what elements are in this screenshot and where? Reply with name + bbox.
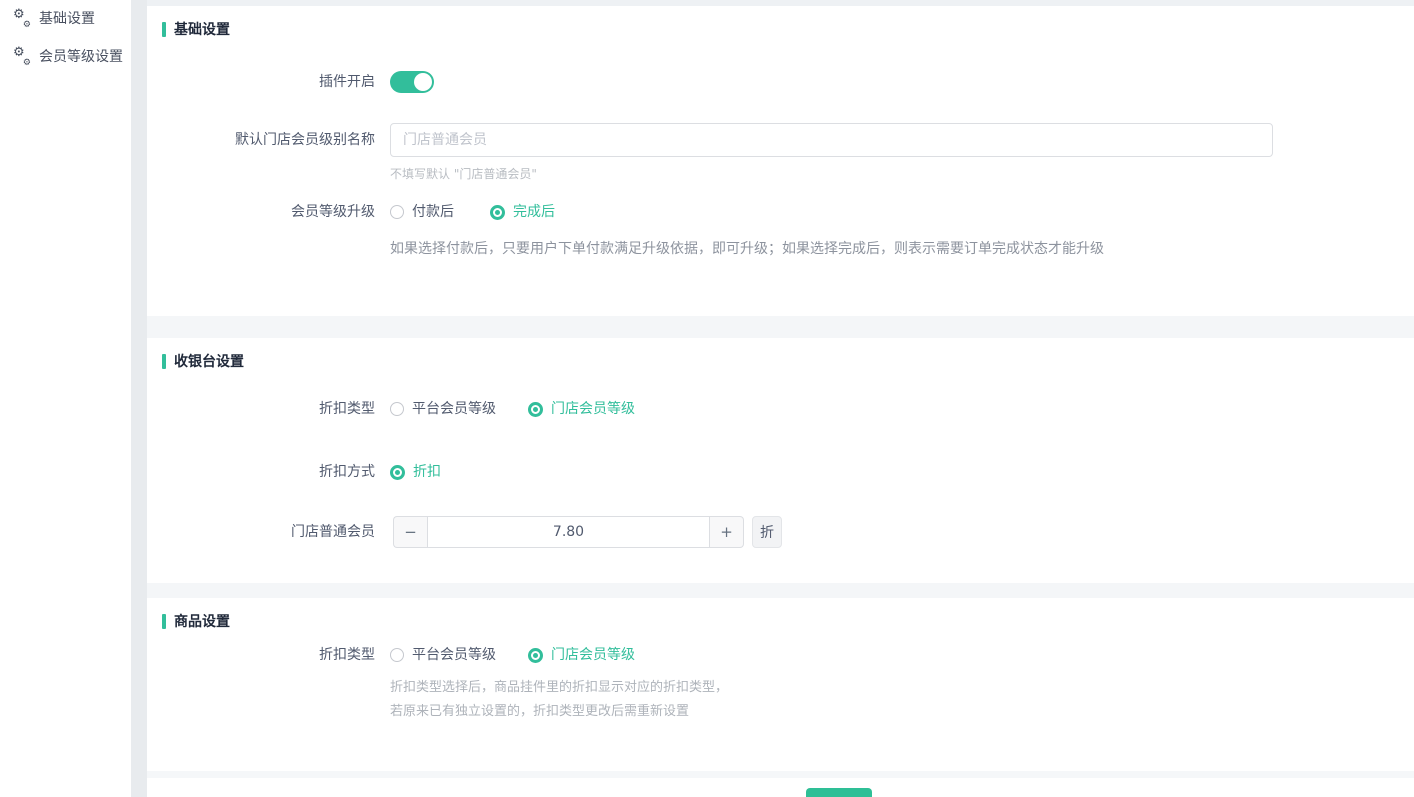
default-level-name-label: 默认门店会员级别名称	[147, 130, 375, 150]
sidebar-divider	[131, 0, 147, 797]
section-title-bar	[162, 614, 166, 629]
default-level-name-help: 不填写默认 "门店普通会员"	[390, 166, 537, 182]
sidebar-item-label: 基础设置	[39, 8, 95, 28]
stepper-increase-button[interactable]: +	[710, 516, 744, 548]
cogs-icon: ⚙⚙	[13, 10, 31, 26]
level-upgrade-label: 会员等级升级	[147, 202, 375, 222]
goods-discount-type-label: 折扣类型	[147, 645, 375, 665]
footer-divider	[147, 771, 1414, 778]
level-upgrade-radio-group: 付款后 完成后	[390, 202, 555, 222]
plugin-enable-label: 插件开启	[147, 72, 375, 92]
radio-circle	[490, 205, 505, 220]
radio-store-member-level[interactable]: 门店会员等级	[528, 399, 635, 419]
default-level-name-input[interactable]	[390, 123, 1273, 157]
discount-mode-radio-group: 折扣	[390, 462, 441, 482]
level-upgrade-help: 如果选择付款后，只要用户下单付款满足升级依据，即可升级；如果选择完成后，则表示需…	[390, 240, 1104, 258]
card-gap	[147, 583, 1414, 598]
radio-circle	[390, 648, 404, 662]
stepper-decrease-button[interactable]: −	[393, 516, 427, 548]
store-member-discount-label: 门店普通会员	[147, 522, 375, 542]
radio-platform-member-level[interactable]: 平台会员等级	[390, 645, 496, 665]
card-gap	[147, 316, 1414, 338]
radio-circle	[528, 402, 543, 417]
section-title-text: 商品设置	[174, 611, 230, 631]
discount-stepper: − + 折	[393, 516, 782, 548]
section-title-text: 收银台设置	[174, 351, 244, 371]
radio-platform-member-level[interactable]: 平台会员等级	[390, 399, 496, 419]
radio-circle	[390, 402, 404, 416]
discount-unit-addon: 折	[752, 516, 782, 548]
radio-circle	[390, 465, 405, 480]
goods-settings-card: 商品设置 折扣类型 平台会员等级 门店会员等级 折扣类型选择后，商品挂件里的折扣…	[147, 598, 1414, 771]
cogs-icon: ⚙⚙	[13, 48, 31, 64]
goods-discount-help-line1: 折扣类型选择后，商品挂件里的折扣显示对应的折扣类型，	[390, 679, 728, 696]
stepper-value-input[interactable]	[427, 516, 710, 548]
cashier-discount-type-radio-group: 平台会员等级 门店会员等级	[390, 399, 635, 419]
section-title-bar	[162, 22, 166, 37]
goods-discount-type-radio-group: 平台会员等级 门店会员等级	[390, 645, 635, 665]
section-title-cashier: 收银台设置	[162, 352, 244, 370]
section-title-text: 基础设置	[174, 19, 230, 39]
cashier-discount-type-label: 折扣类型	[147, 399, 375, 419]
member-settings-page: ⚙⚙ 基础设置 ⚙⚙ 会员等级设置 基础设置 插件开启 默认门店会员级别名称 不…	[0, 0, 1414, 797]
sidebar-item-basic-settings[interactable]: ⚙⚙ 基础设置	[13, 6, 95, 30]
section-title-goods: 商品设置	[162, 612, 230, 630]
radio-after-completion[interactable]: 完成后	[490, 202, 555, 222]
radio-discount[interactable]: 折扣	[390, 462, 441, 482]
radio-circle	[390, 205, 404, 219]
cashier-settings-card: 收银台设置 折扣类型 平台会员等级 门店会员等级 折扣方式 折扣	[147, 338, 1414, 583]
main-content: 基础设置 插件开启 默认门店会员级别名称 不填写默认 "门店普通会员" 会员等级…	[147, 0, 1414, 797]
footer-bar	[147, 778, 1414, 797]
section-title-basic: 基础设置	[162, 20, 230, 38]
plugin-toggle[interactable]	[390, 71, 434, 93]
sidebar-item-member-level-settings[interactable]: ⚙⚙ 会员等级设置	[13, 44, 123, 68]
basic-settings-card: 基础设置 插件开启 默认门店会员级别名称 不填写默认 "门店普通会员" 会员等级…	[147, 6, 1414, 316]
discount-mode-label: 折扣方式	[147, 462, 375, 482]
radio-circle	[528, 648, 543, 663]
sidebar-item-label: 会员等级设置	[39, 46, 123, 66]
radio-store-member-level[interactable]: 门店会员等级	[528, 645, 635, 665]
goods-discount-help-line2: 若原来已有独立设置的，折扣类型更改后需重新设置	[390, 703, 689, 720]
save-button[interactable]	[806, 788, 872, 797]
sidebar: ⚙⚙ 基础设置 ⚙⚙ 会员等级设置	[0, 0, 131, 797]
radio-after-payment[interactable]: 付款后	[390, 202, 454, 222]
section-title-bar	[162, 354, 166, 369]
